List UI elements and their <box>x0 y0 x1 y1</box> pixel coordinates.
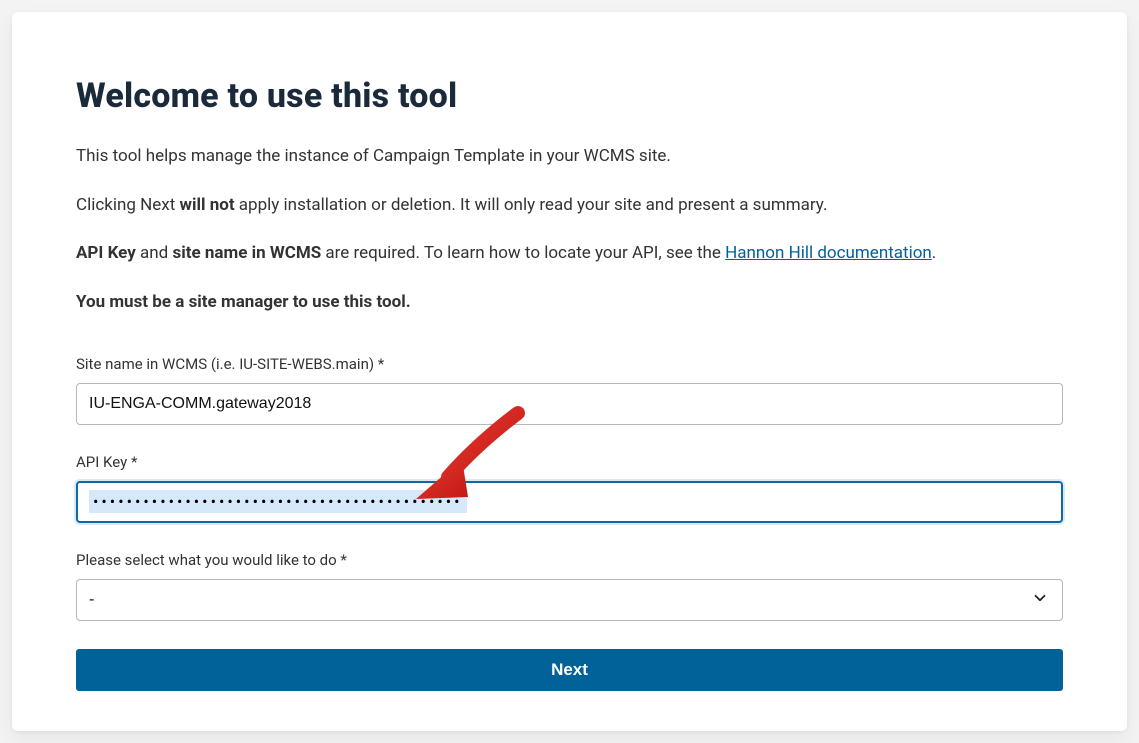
site-name-input[interactable] <box>76 383 1063 425</box>
must-be-manager-text: You must be a site manager to use this t… <box>76 290 1063 315</box>
action-label: Please select what you would like to do … <box>76 551 1063 569</box>
action-select-wrap: - <box>76 579 1063 621</box>
req-post: are required. To learn how to locate you… <box>321 243 725 263</box>
requirements-text: API Key and site name in WCMS are requir… <box>76 241 1063 266</box>
must-be-bold: You must be a site manager to use this t… <box>76 292 411 312</box>
docs-link[interactable]: Hannon Hill documentation <box>725 243 932 263</box>
req-end: . <box>932 243 936 263</box>
api-key-input[interactable]: ••••••••••••••••••••••••••••••••••••••••… <box>76 481 1063 523</box>
req-mid: and <box>136 243 173 263</box>
form-card: Welcome to use this tool This tool helps… <box>12 12 1127 731</box>
field-site-name: Site name in WCMS (i.e. IU-SITE-WEBS.mai… <box>76 355 1063 425</box>
api-key-masked-value: ••••••••••••••••••••••••••••••••••••••••… <box>89 490 467 513</box>
form: Site name in WCMS (i.e. IU-SITE-WEBS.mai… <box>76 355 1063 691</box>
req-site-name: site name in WCMS <box>172 243 321 263</box>
field-action: Please select what you would like to do … <box>76 551 1063 621</box>
site-name-label: Site name in WCMS (i.e. IU-SITE-WEBS.mai… <box>76 355 1063 373</box>
action-select[interactable]: - <box>76 579 1063 621</box>
clicking-pre: Clicking Next <box>76 195 180 215</box>
req-api-key: API Key <box>76 243 136 263</box>
next-button[interactable]: Next <box>76 649 1063 691</box>
intro-text: This tool helps manage the instance of C… <box>76 144 1063 169</box>
page-title: Welcome to use this tool <box>76 76 1063 116</box>
api-key-label: API Key * <box>76 453 1063 471</box>
clicking-bold: will not <box>180 195 235 215</box>
clicking-post: apply installation or deletion. It will … <box>235 195 828 215</box>
field-api-key: API Key * ••••••••••••••••••••••••••••••… <box>76 453 1063 523</box>
clicking-next-text: Clicking Next will not apply installatio… <box>76 193 1063 218</box>
